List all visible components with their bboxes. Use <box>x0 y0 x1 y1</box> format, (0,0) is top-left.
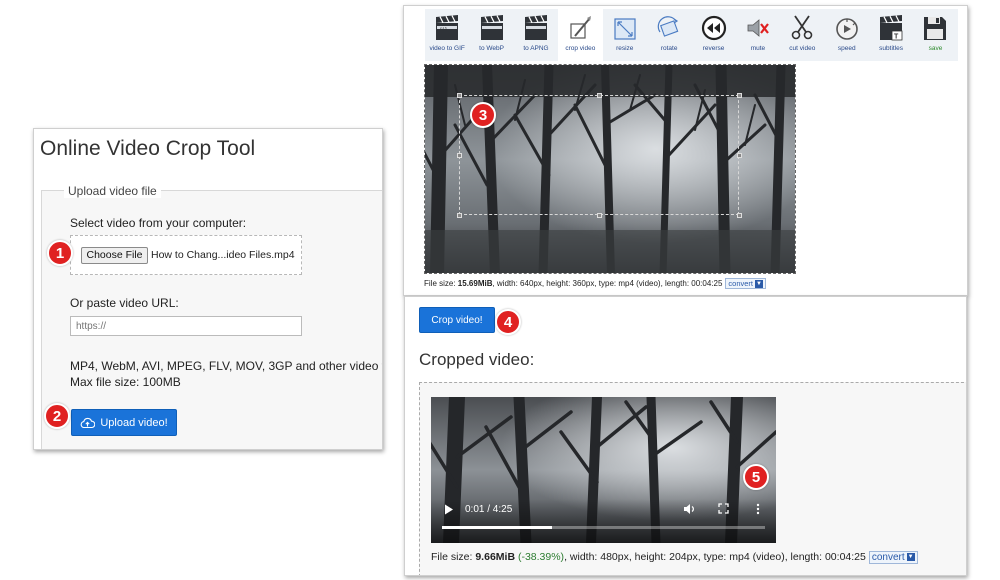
crop-handle-top-right[interactable] <box>737 93 742 98</box>
result-panel: Crop video! Cropped video: 0:01 / 4:25 F… <box>404 296 967 576</box>
svg-text:T: T <box>894 34 899 41</box>
crop-video-button[interactable]: Crop video! <box>419 307 495 333</box>
crop-icon <box>570 16 592 39</box>
crop-handle-bottom[interactable] <box>597 213 602 218</box>
fullscreen-icon[interactable] <box>718 503 729 517</box>
file-size-value: 9.66MiB <box>475 551 516 563</box>
size-change: (-38.39%) <box>517 551 565 563</box>
tool-label: reverse <box>702 45 725 52</box>
time-display: 0:01 / 4:25 <box>465 504 513 515</box>
file-size-prefix: File size: <box>424 279 458 288</box>
selected-file-name: How to Chang...ideo Files.mp4 <box>151 249 295 261</box>
file-details: , width: 480px, height: 204px, type: mp4… <box>564 551 866 563</box>
paste-url-label: Or paste video URL: <box>70 296 179 310</box>
tool-label: subtitles <box>879 45 904 52</box>
reverse-icon <box>701 15 726 41</box>
mute-icon <box>747 19 769 37</box>
tool-label: speed <box>837 45 856 52</box>
cropped-file-info: File size: 9.66MiB (-38.39%), width: 480… <box>431 551 918 564</box>
tool-label: rotate <box>660 45 678 52</box>
tool-toolbar: 2 4 5 video to GIF to WebP to APNG crop … <box>425 9 958 61</box>
play-icon[interactable] <box>444 504 454 518</box>
more-options-icon[interactable] <box>756 503 760 518</box>
step-marker-2: 2 <box>44 403 70 429</box>
rotate-icon <box>657 16 679 37</box>
supported-formats-text: MP4, WebM, AVI, MPEG, FLV, MOV, 3GP and … <box>70 359 383 373</box>
tool-label: to WebP <box>479 45 504 52</box>
tool-to-webp[interactable]: to WebP <box>469 9 513 61</box>
progress-fill <box>442 526 552 529</box>
tool-label: video to GIF <box>429 45 465 52</box>
volume-icon[interactable] <box>683 503 696 518</box>
file-size-prefix: File size: <box>431 551 476 563</box>
upload-legend: Upload video file <box>64 184 161 198</box>
tool-cut-video[interactable]: cut video <box>780 9 824 61</box>
tool-label: cut video <box>789 45 816 52</box>
crop-handle-left[interactable] <box>457 153 462 158</box>
tool-label: mute <box>750 45 766 52</box>
scissors-icon <box>792 15 813 40</box>
cropped-video-title: Cropped video: <box>419 350 535 369</box>
convert-label: convert <box>728 279 754 288</box>
video-url-input[interactable] <box>70 316 302 336</box>
step-marker-5: 5 <box>743 464 769 490</box>
file-details: , width: 640px, height: 360px, type: mp4… <box>492 279 723 288</box>
tool-resize[interactable]: resize <box>603 9 647 61</box>
tool-label: resize <box>616 45 634 52</box>
max-file-size-text: Max file size: 100MB <box>70 375 181 389</box>
choose-file-button[interactable]: Choose File <box>81 247 148 264</box>
download-arrow-icon: ▼ <box>755 280 764 289</box>
tool-label: to APNG <box>523 45 549 52</box>
upload-video-button[interactable]: Upload video! <box>71 409 177 436</box>
clapperboard-icon <box>480 15 503 40</box>
tool-rotate[interactable]: rotate <box>647 9 691 61</box>
tool-crop-video[interactable]: crop video <box>558 9 603 61</box>
tool-mute[interactable]: mute <box>736 9 780 61</box>
crop-handle-bottom-right[interactable] <box>737 213 742 218</box>
upload-panel: Online Video Crop Tool Upload video file… <box>33 128 383 450</box>
upload-button-label: Upload video! <box>100 416 168 429</box>
tool-to-apng[interactable]: to APNG <box>514 9 558 61</box>
tool-save[interactable]: save <box>913 9 957 61</box>
tool-video-to-gif[interactable]: 2 4 5 video to GIF <box>425 9 469 61</box>
video-preview-frame[interactable] <box>424 64 796 274</box>
download-arrow-icon: ▼ <box>906 553 915 562</box>
convert-label: convert <box>871 552 905 563</box>
select-video-label: Select video from your computer: <box>70 216 247 230</box>
crop-selection-box[interactable] <box>459 95 739 215</box>
resize-icon <box>614 18 636 40</box>
cropped-video-player[interactable]: 0:01 / 4:25 <box>431 397 776 543</box>
tool-speed[interactable]: speed <box>825 9 869 61</box>
save-icon <box>924 17 947 40</box>
clapperboard-icon <box>524 15 547 40</box>
crop-handle-top[interactable] <box>597 93 602 98</box>
tool-label: save <box>928 45 943 52</box>
speed-icon <box>835 18 858 40</box>
svg-text:2 4 5: 2 4 5 <box>440 26 447 30</box>
editor-panel: 2 4 5 video to GIF to WebP to APNG crop … <box>403 5 968 296</box>
tool-reverse[interactable]: reverse <box>691 9 735 61</box>
subtitles-icon: T <box>880 15 903 41</box>
file-size-value: 15.69MiB <box>457 279 493 288</box>
progress-bar[interactable] <box>442 526 765 529</box>
tool-subtitles[interactable]: T subtitles <box>869 9 913 61</box>
crop-handle-top-left[interactable] <box>457 93 462 98</box>
crop-handle-right[interactable] <box>737 153 742 158</box>
cloud-upload-icon <box>80 417 96 428</box>
source-file-info: File size: 15.69MiB, width: 640px, heigh… <box>424 278 767 290</box>
convert-button[interactable]: convert ▼ <box>725 278 767 290</box>
step-marker-3: 3 <box>470 102 496 128</box>
step-marker-4: 4 <box>495 309 521 335</box>
crop-handle-bottom-left[interactable] <box>457 213 462 218</box>
convert-button[interactable]: convert ▼ <box>868 551 918 564</box>
clapperboard-icon: 2 4 5 <box>436 15 459 40</box>
screenshot-root: Online Video Crop Tool Upload video file… <box>0 0 1000 580</box>
page-title: Online Video Crop Tool <box>40 137 256 160</box>
tool-label: crop video <box>565 45 596 52</box>
step-marker-1: 1 <box>47 240 73 266</box>
